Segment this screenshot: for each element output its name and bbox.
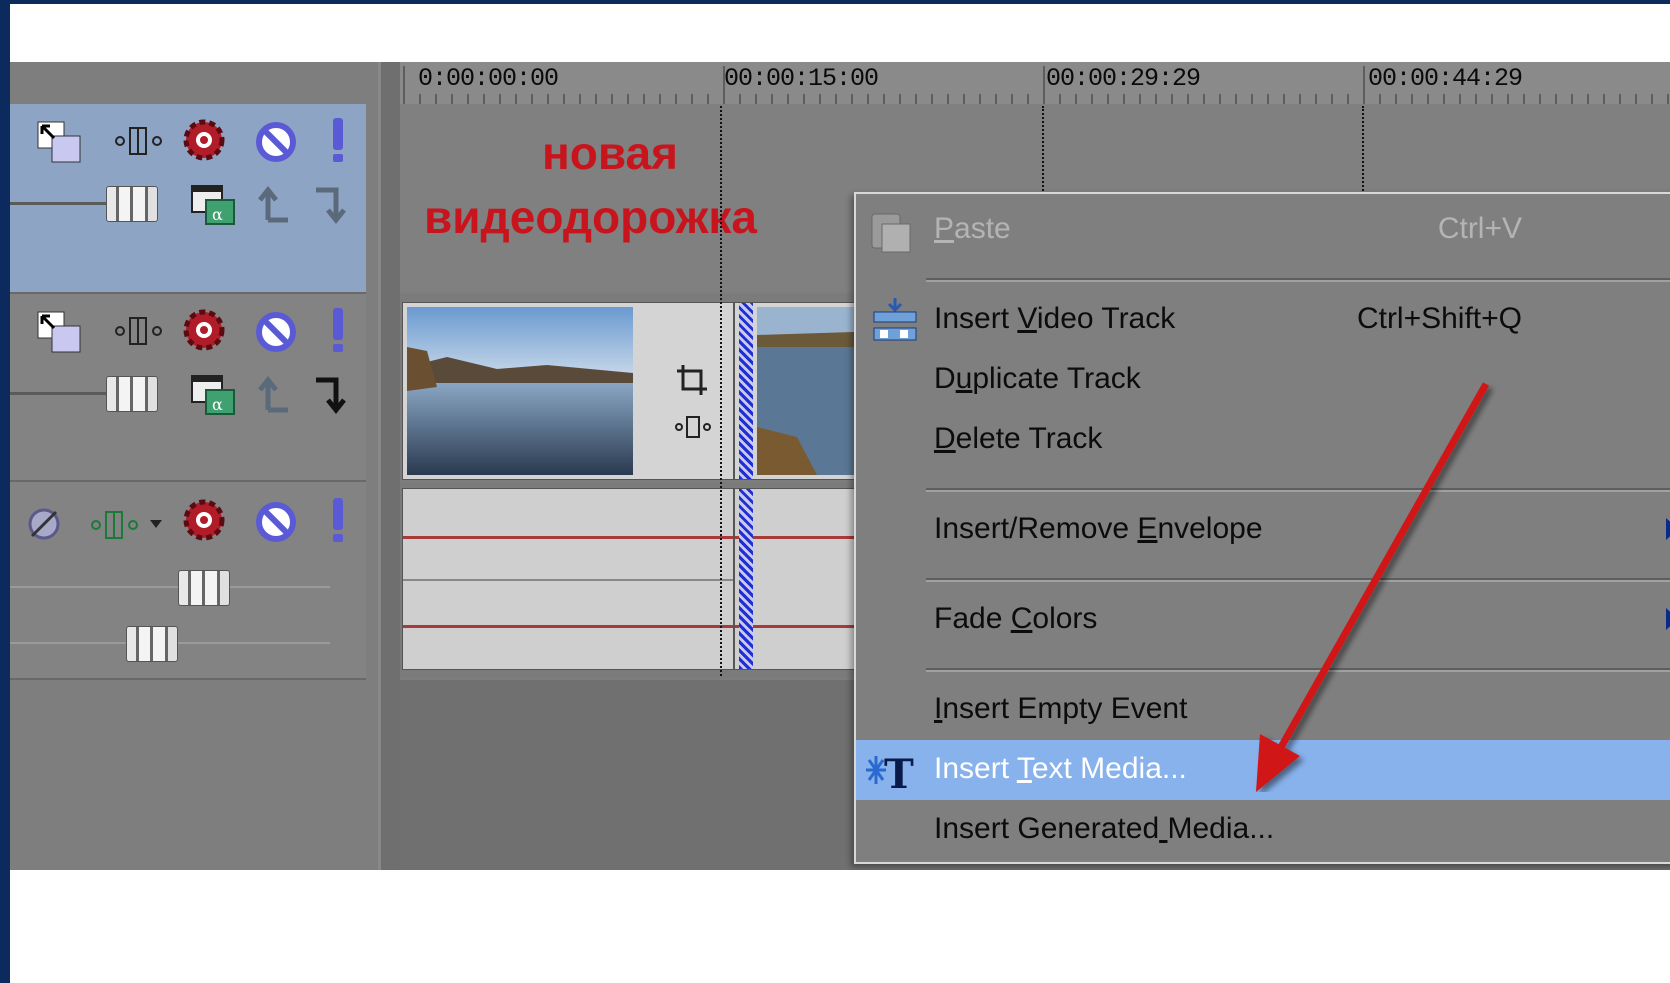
video-thumbnail [407, 307, 633, 475]
annotation-arrow [1256, 382, 1490, 792]
waveform-channel-left [735, 536, 865, 539]
menu-item-paste[interactable]: Paste Ctrl+V [856, 200, 1670, 260]
make-compositing-parent-icon[interactable] [254, 372, 294, 416]
track-header-audio[interactable] [10, 482, 366, 680]
insert-video-track-icon [873, 298, 917, 341]
make-compositing-parent-icon[interactable] [254, 182, 294, 226]
level-slider-track [10, 392, 110, 395]
crossfade-marker [739, 489, 753, 669]
submenu-arrow-icon [1666, 518, 1670, 540]
annotation-line-1: новая [542, 127, 678, 179]
audio-event-1[interactable] [402, 488, 734, 670]
waveform-channel-left [403, 536, 733, 539]
mute-icon[interactable] [254, 500, 298, 544]
ruler-label: 00:00:15:00 [724, 64, 879, 93]
grid-marker [1362, 106, 1364, 198]
volume-slider-track [10, 586, 330, 588]
menu-label: Fade Colors [934, 602, 1098, 635]
track-header-video-2[interactable]: α [10, 294, 366, 482]
track-motion-icon[interactable]: α [190, 372, 238, 416]
menu-shortcut: Ctrl+Shift+Q [1356, 302, 1522, 335]
mute-icon[interactable] [254, 120, 298, 164]
menu-label: Insert Text Media... [934, 752, 1187, 785]
svg-text:T: T [884, 751, 914, 794]
submenu-arrow-icon [1666, 608, 1670, 630]
compositing-icon[interactable] [36, 310, 84, 354]
menu-item-insert-video-track[interactable]: Insert Video Track Ctrl+Shift+Q [856, 290, 1670, 350]
crop-icon [675, 365, 711, 438]
annotation-line-2: видеодорожка [424, 191, 757, 243]
pan-crop-icon[interactable] [114, 312, 164, 350]
cursor-marker [720, 106, 722, 676]
menu-shortcut: Ctrl+V [1437, 212, 1522, 245]
solo-icon[interactable] [328, 306, 348, 354]
audio-event-2[interactable] [734, 488, 866, 670]
solo-icon[interactable] [328, 496, 348, 544]
waveform-channel-right [735, 625, 865, 628]
crossfade-marker [739, 303, 753, 479]
track-header-panel: α α [10, 62, 378, 870]
menu-label: Insert Video Track [934, 302, 1176, 335]
slide: α α 0:00:00:00 00:00:15:00 00:00:29:29 0… [10, 4, 1670, 983]
grid-marker [1042, 106, 1044, 198]
volume-slider-knob[interactable] [178, 570, 230, 606]
level-slider-knob[interactable] [106, 376, 158, 412]
track-fx-icon[interactable] [180, 116, 228, 164]
paste-icon [871, 213, 911, 253]
menu-label: Paste [934, 212, 1011, 245]
solo-icon[interactable] [328, 116, 348, 164]
menu-label: Insert/Remove Envelope [934, 512, 1263, 545]
menu-label: Insert Empty Event [934, 692, 1188, 725]
ruler-label: 00:00:29:29 [1046, 64, 1201, 93]
video-event-2[interactable] [734, 302, 866, 480]
track-fx-icon[interactable] [180, 306, 228, 354]
pan-slider-knob[interactable] [126, 626, 178, 662]
make-compositing-child-icon[interactable] [312, 372, 352, 416]
video-event-1[interactable] [402, 302, 734, 480]
vegas-window: α α 0:00:00:00 00:00:15:00 00:00:29:29 0… [10, 62, 1670, 870]
ruler-label: 0:00:00:00 [418, 64, 559, 93]
track-fx-icon[interactable] [180, 496, 228, 544]
level-slider-knob[interactable] [106, 186, 158, 222]
menu-label: Duplicate Track [934, 362, 1141, 395]
track-motion-icon[interactable]: α [190, 182, 238, 226]
pan-icon[interactable] [90, 506, 168, 544]
video-thumbnail [757, 307, 865, 475]
menu-separator [926, 278, 1670, 282]
menu-label: Delete Track [934, 422, 1103, 455]
menu-label: Insert Generated Media... [934, 812, 1275, 845]
record-arm-icon[interactable] [24, 504, 64, 544]
compositing-icon[interactable] [36, 120, 84, 164]
pan-crop-icon[interactable] [114, 122, 164, 160]
make-compositing-child-icon[interactable] [312, 182, 352, 226]
channel-divider [403, 579, 733, 581]
level-slider-track [10, 202, 110, 205]
svg-text:α: α [212, 205, 223, 224]
time-ruler[interactable]: 0:00:00:00 00:00:15:00 00:00:29:29 00:00… [400, 62, 1670, 105]
waveform-channel-right [403, 625, 733, 628]
track-header-video-1[interactable]: α [10, 104, 366, 294]
ruler-label: 00:00:44:29 [1368, 64, 1523, 93]
svg-text:α: α [212, 395, 223, 414]
timeline-area[interactable]: 0:00:00:00 00:00:15:00 00:00:29:29 00:00… [400, 62, 1670, 870]
text-media-icon: T [866, 751, 914, 794]
mute-icon[interactable] [254, 310, 298, 354]
menu-item-insert-generated-media[interactable]: Insert Generated Media... [856, 800, 1670, 860]
